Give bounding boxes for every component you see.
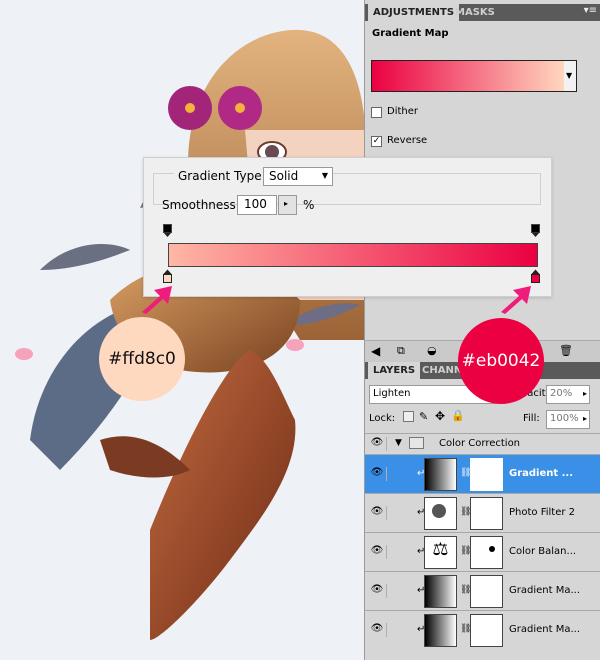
panel-menu-icon[interactable]: ▾≡ — [584, 5, 597, 16]
gradient-preview[interactable] — [371, 60, 566, 92]
folder-icon — [409, 437, 424, 449]
chevron-down-icon: ▼ — [321, 171, 328, 180]
petal-1 — [15, 348, 33, 360]
opacity-input[interactable]: 20% ▸ — [546, 385, 590, 404]
chevron-right-icon: ▸ — [582, 414, 587, 423]
layer-name: Color Balan... — [509, 546, 577, 557]
eye-icon[interactable]: 👁 — [368, 467, 387, 481]
wood-stump — [150, 350, 296, 640]
color-balance-icon: ⚖ — [424, 536, 457, 569]
smoothness-input[interactable]: 100 — [237, 195, 277, 215]
layer-name: Gradient ... — [509, 468, 574, 479]
layer-name: Gradient Ma... — [509, 624, 580, 635]
layer-mask-thumbnail[interactable] — [470, 614, 503, 647]
gradient-type-select[interactable]: Solid ▼ — [263, 167, 333, 186]
petal-2 — [286, 339, 304, 351]
tab-masks[interactable]: MASKS — [450, 4, 500, 21]
color-callout-left: #ffd8c0 — [99, 317, 185, 401]
lock-all-icon[interactable]: 🔒 — [451, 409, 465, 422]
fill-input[interactable]: 100% ▸ — [546, 410, 590, 429]
opacity-value: 20% — [550, 388, 573, 399]
color-callout-right: #eb0042 — [458, 318, 544, 404]
fill-label: Fill: — [523, 413, 540, 424]
layer-row[interactable]: 👁 ↵ ⛓ Photo Filter 2 — [365, 493, 600, 532]
wood-branch — [100, 436, 190, 478]
chevron-down-icon: ▼ — [566, 71, 573, 80]
layer-row[interactable]: 👁 ↵ ⛓ Gradient Ma... — [365, 571, 600, 610]
eye-icon[interactable]: 👁 — [368, 584, 387, 598]
clip-layer-icon[interactable]: ⧉ — [397, 344, 405, 358]
lock-paint-icon[interactable]: ✎ — [419, 410, 428, 423]
checkmark-icon: ✓ — [372, 136, 381, 146]
feather-1 — [40, 244, 130, 270]
layer-group-row[interactable]: 👁 ▼ Color Correction — [365, 433, 600, 454]
eye-icon[interactable]: 👁 — [368, 623, 387, 637]
triangle-down-icon[interactable]: ▼ — [395, 438, 402, 448]
layer-row[interactable]: 👁 ↵ ⛓ Gradient ... — [365, 454, 600, 493]
eye-icon[interactable]: 👁 — [368, 437, 387, 451]
gradient-map-icon — [424, 458, 457, 491]
layer-mask-thumbnail[interactable] — [470, 458, 503, 491]
blend-mode-value: Lighten — [373, 388, 411, 399]
gradient-dropdown-button[interactable]: ▼ — [564, 60, 577, 92]
layer-row[interactable]: 👁 ↵ ⛓ Gradient Ma... — [365, 610, 600, 649]
layer-mask-thumbnail[interactable] — [470, 575, 503, 608]
trash-icon[interactable]: 🗑 — [559, 344, 573, 357]
layer-name: Gradient Ma... — [509, 585, 580, 596]
fill-value: 100% — [550, 413, 579, 424]
gradient-type-value: Solid — [269, 169, 299, 183]
gradient-map-icon — [424, 614, 457, 647]
flower-center-1 — [185, 103, 195, 113]
dither-label: Dither — [387, 106, 419, 117]
reverse-label: Reverse — [387, 135, 428, 146]
gradient-editor: Gradient Type: Solid ▼ Smoothness: 100 ▸… — [143, 157, 552, 297]
gradient-map-icon — [424, 575, 457, 608]
group-name: Color Correction — [439, 438, 521, 449]
gradient-ramp[interactable] — [168, 243, 538, 267]
dither-checkbox[interactable] — [371, 107, 382, 118]
adjustments-tabbar: ADJUSTMENTS MASKS ▾≡ — [365, 4, 600, 21]
flower-center-2 — [235, 103, 245, 113]
smoothness-unit: % — [303, 198, 315, 212]
reverse-checkbox[interactable]: ✓ — [371, 136, 382, 147]
layer-mask-thumbnail[interactable] — [470, 536, 503, 569]
eye-icon[interactable]: 👁 — [368, 506, 387, 520]
eye-icon[interactable]: 👁 — [368, 545, 387, 559]
tab-adjustments[interactable]: ADJUSTMENTS — [368, 4, 460, 21]
artwork-illustration — [15, 29, 365, 640]
lock-label: Lock: — [369, 413, 396, 424]
layers-panel: LAYERS CHANN Lighten Opacity: 20% ▸ Lock… — [364, 362, 600, 660]
chevron-right-icon: ▸ — [582, 389, 587, 398]
arrow-pointer-right-icon — [501, 286, 531, 314]
smoothness-stepper[interactable]: ▸ — [278, 195, 297, 215]
color-stop-left[interactable] — [163, 269, 172, 283]
color-stop-right[interactable] — [531, 269, 540, 283]
back-arrow-icon[interactable]: ◀ — [371, 344, 380, 358]
layer-row[interactable]: 👁 ↵ ⚖ ⛓ Color Balan... — [365, 532, 600, 571]
smoothness-value: 100 — [244, 197, 267, 211]
layer-name: Photo Filter 2 — [509, 507, 576, 518]
adjustment-title: Gradient Map — [372, 28, 449, 39]
opacity-stop-left[interactable] — [163, 224, 172, 238]
tab-layers[interactable]: LAYERS — [368, 362, 421, 379]
opacity-stop-right[interactable] — [531, 224, 540, 238]
gradient-type-label: Gradient Type: — [174, 169, 270, 183]
chevron-right-icon: ▸ — [284, 199, 289, 208]
smoothness-label: Smoothness: — [162, 198, 240, 212]
photo-filter-icon — [424, 497, 457, 530]
lock-position-icon[interactable]: ✥ — [435, 409, 445, 423]
visibility-toggle-icon[interactable]: ◒ — [427, 344, 437, 357]
layer-mask-thumbnail[interactable] — [470, 497, 503, 530]
lock-transparency-icon[interactable] — [403, 411, 414, 422]
arrow-pointer-left-icon — [142, 286, 172, 314]
